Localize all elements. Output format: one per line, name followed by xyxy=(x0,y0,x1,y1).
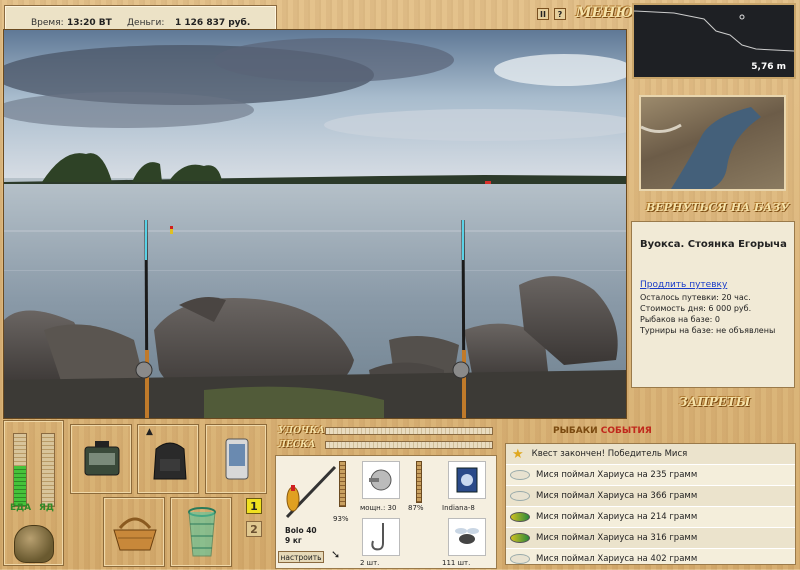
bait-count: 111 шт. xyxy=(442,559,471,567)
lure-icon xyxy=(510,512,530,522)
event-text: Мися поймал Хариуса на 402 грамм xyxy=(536,554,698,564)
tackle-box-slot[interactable] xyxy=(70,424,132,494)
tackle-box-icon xyxy=(84,441,120,476)
reel-icon xyxy=(369,469,392,491)
keepnet-icon xyxy=(188,507,216,557)
location-title: Вуокса. Стоянка Егорыча xyxy=(640,239,787,250)
time-value: 13:20 ВТ xyxy=(67,18,112,28)
line-name: Indiana-8 xyxy=(442,504,475,512)
event-text: Мися поймал Хариуса на 214 грамм xyxy=(536,512,698,522)
menu-button[interactable]: МЕНЮ xyxy=(576,5,633,21)
lure-icon xyxy=(510,533,530,543)
rod-weight: 9 кг xyxy=(285,536,302,545)
time-label: Время: xyxy=(31,18,64,28)
keepnet-slot[interactable] xyxy=(170,497,232,567)
line-strength-label: ЛЕСКА xyxy=(278,440,316,450)
backpack-slot[interactable]: ▲ xyxy=(137,424,199,494)
fishing-scene[interactable] xyxy=(3,29,627,419)
event-text: Мися поймал Хариуса на 316 грамм xyxy=(536,533,698,543)
rod-float-icon xyxy=(285,465,337,519)
event-item: Мися поймал Хариуса на 214 грамм xyxy=(506,507,795,528)
fish-icon xyxy=(510,470,530,480)
events-list: ★ Квест закончен! Победитель Мися Мися пой… xyxy=(505,443,796,565)
event-item: Мися поймал Хариуса на 366 грамм xyxy=(506,486,795,507)
reel-wear-meter xyxy=(416,461,422,503)
rod-slot[interactable]: 93% Bolo 40 9 кг xyxy=(279,459,349,547)
expand-arrow-icon[interactable]: ➘ xyxy=(331,548,340,561)
extend-permit-link[interactable]: Продлить путевку xyxy=(640,280,727,290)
tournaments: Турниры на базе: не объявлены xyxy=(640,326,776,335)
events-tab-fishers[interactable]: РЫБАКИ xyxy=(553,426,598,436)
money-value: 1 126 837 руб. xyxy=(175,18,251,28)
rod-name: Bolo 40 xyxy=(285,526,317,535)
remaining-permit: Осталось путевки: 20 час. xyxy=(640,293,751,302)
line-spool-slot[interactable]: Indiana-8 xyxy=(442,459,494,515)
fishers-count: Рыбаков на базе: 0 xyxy=(640,315,720,324)
rod-strength-label: УДОЧКА xyxy=(278,426,325,436)
meters-panel: ЕДА ЯД xyxy=(3,420,64,566)
event-item: ★ Квест закончен! Победитель Мися xyxy=(506,444,795,465)
event-text: Мися поймал Хариуса на 366 грамм xyxy=(536,491,698,501)
rod-wear-meter xyxy=(339,461,346,507)
reel-slot[interactable]: мощн.: 30 87% xyxy=(360,459,424,515)
reel-wear: 87% xyxy=(408,504,424,512)
reel-power: мощн.: 30 xyxy=(360,504,397,512)
food-label: ЕДА xyxy=(10,503,32,513)
location-photo[interactable] xyxy=(639,95,786,191)
rod-slot-1[interactable]: 1 xyxy=(246,498,262,514)
event-item: Мися поймал Хариуса на 235 грамм xyxy=(506,465,795,486)
rod-slot-2[interactable]: 2 xyxy=(246,521,262,537)
poison-meter xyxy=(41,433,55,507)
setup-button[interactable]: настроить xyxy=(278,551,324,563)
event-item: Мися поймал Хариуса на 402 грамм xyxy=(506,549,795,564)
basket-slot[interactable] xyxy=(103,497,165,567)
fly-bait-icon xyxy=(455,528,479,544)
event-text: Мися поймал Хариуса на 235 грамм xyxy=(536,470,698,480)
location-info: Вуокса. Стоянка Егорыча Продлить путевку… xyxy=(631,221,795,388)
basket-icon xyxy=(113,517,157,551)
fish-icon xyxy=(510,491,530,501)
tackle-panel: УДОЧКА ЛЕСКА 93% Bolo 40 9 кг мощн.: 30 … xyxy=(273,420,499,569)
hook-count: 2 шт. xyxy=(360,559,380,567)
events-header: РЫБАКИ СОБЫТИЯ xyxy=(553,426,652,436)
hook-icon xyxy=(371,523,384,551)
fish-icon xyxy=(510,554,530,564)
depth-map[interactable]: 5,76 m xyxy=(632,3,796,79)
lake-view[interactable] xyxy=(4,30,627,419)
rod-strength-bar xyxy=(325,427,493,435)
return-to-base-button[interactable]: ВЕРНУТЬСЯ НА БАЗУ xyxy=(646,201,789,214)
line-strength-bar xyxy=(325,441,493,449)
event-text: Квест закончен! Победитель Мися xyxy=(531,449,688,459)
help-button[interactable]: ? xyxy=(554,8,566,20)
money-label: Деньги: xyxy=(127,18,165,28)
pause-button[interactable]: II xyxy=(537,8,549,20)
bans-button[interactable]: ЗАПРЕТЫ xyxy=(679,395,750,409)
rod-wear: 93% xyxy=(333,515,349,523)
events-tab-events[interactable]: СОБЫТИЯ xyxy=(601,426,652,436)
depth-value: 5,76 m xyxy=(751,62,786,72)
line-spool-icon xyxy=(456,467,478,493)
phone-icon xyxy=(225,438,249,480)
day-cost: Стоимость дня: 6 000 руб. xyxy=(640,304,752,313)
food-bag-icon[interactable] xyxy=(14,525,54,563)
food-meter xyxy=(13,433,27,507)
event-item: Мися поймал Хариуса на 316 грамм xyxy=(506,528,795,549)
backpack-icon xyxy=(153,442,187,480)
bait-slot[interactable]: 111 шт. xyxy=(442,516,494,570)
phone-slot[interactable] xyxy=(205,424,267,494)
star-icon: ★ xyxy=(512,446,524,462)
poison-label: ЯД xyxy=(39,503,54,513)
hook-slot[interactable]: 2 шт. xyxy=(360,516,424,570)
